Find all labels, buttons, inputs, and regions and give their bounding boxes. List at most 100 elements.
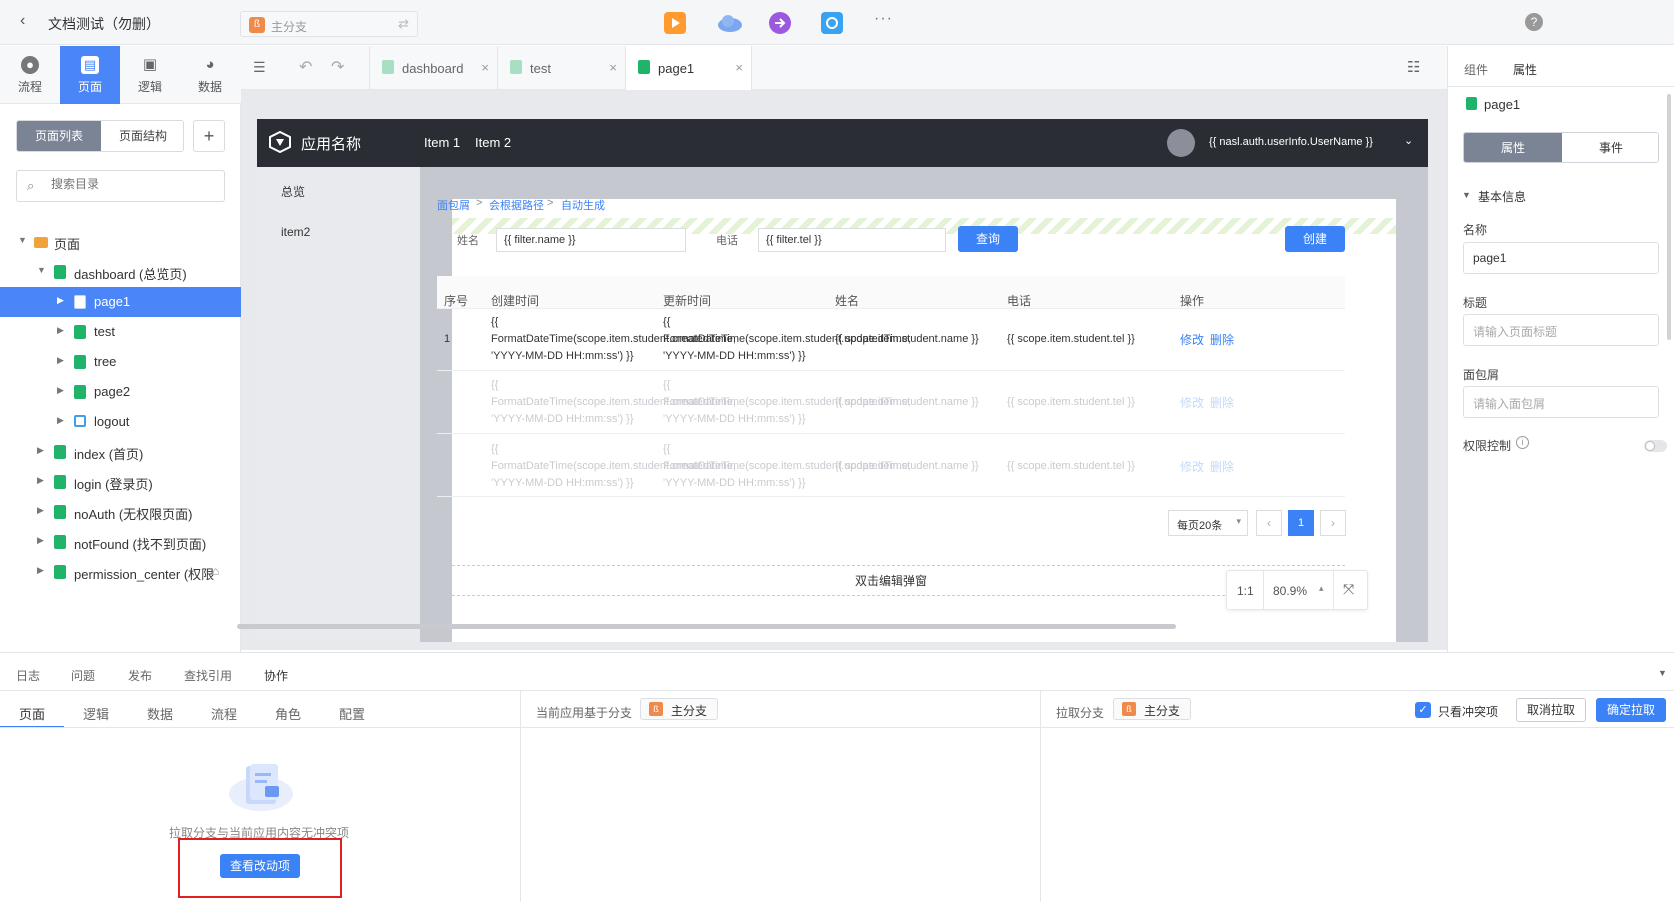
- tree-item-page2[interactable]: ▶ page2: [0, 377, 241, 407]
- page-name-input[interactable]: page1: [1463, 242, 1659, 274]
- rail-item-logic[interactable]: ▣ 逻辑: [120, 46, 180, 104]
- tree-item-noauth[interactable]: ▶ noAuth (无权限页面): [0, 497, 241, 527]
- tree-item-login[interactable]: ▶ login (登录页): [0, 467, 241, 497]
- close-icon[interactable]: ×: [735, 60, 743, 75]
- subtab-config[interactable]: 配置: [339, 704, 365, 723]
- only-conflicts-checkbox[interactable]: ✓: [1415, 702, 1431, 718]
- pull-branch-chip[interactable]: ß 主分支: [1113, 698, 1191, 720]
- rail-item-page[interactable]: ▤ 页面: [60, 46, 120, 104]
- caret-icon[interactable]: ▶: [57, 385, 64, 396]
- edit-link[interactable]: 修改: [1180, 394, 1204, 411]
- chevron-down-icon[interactable]: ⌄: [1404, 134, 1413, 147]
- delete-link[interactable]: 删除: [1210, 331, 1234, 348]
- fit-screen-icon[interactable]: ⤧: [1343, 581, 1354, 598]
- nav-item-2[interactable]: Item 2: [475, 135, 511, 150]
- tree-item-index[interactable]: ▶ index (首页): [0, 437, 241, 467]
- close-icon[interactable]: ×: [609, 60, 617, 75]
- tab-test[interactable]: test ×: [498, 46, 626, 90]
- outline-icon[interactable]: ☷: [1407, 58, 1420, 76]
- avatar[interactable]: [1167, 129, 1195, 157]
- caret-icon[interactable]: ▶: [57, 325, 64, 336]
- caret-icon[interactable]: ▶: [37, 475, 44, 486]
- caret-icon[interactable]: ▶: [37, 505, 44, 516]
- tab-collaborate[interactable]: 协作: [264, 667, 288, 684]
- delete-link[interactable]: 删除: [1210, 458, 1234, 475]
- modal-placeholder[interactable]: 双击编辑弹窗: [437, 565, 1345, 596]
- canvas-scrollbar[interactable]: [237, 624, 1176, 629]
- prev-page-button[interactable]: ‹: [1256, 510, 1282, 536]
- tab-page-list[interactable]: 页面列表: [17, 121, 101, 151]
- tree-item-dashboard[interactable]: ▼ dashboard (总览页): [0, 257, 241, 287]
- cloud-icon[interactable]: [716, 12, 742, 34]
- chevron-down-icon[interactable]: ▼: [1462, 190, 1471, 200]
- view-changes-button[interactable]: 查看改动项: [220, 854, 300, 878]
- breadcrumb-input[interactable]: 请输入面包屑: [1463, 386, 1659, 418]
- chevron-left-icon[interactable]: ‹: [20, 12, 25, 30]
- edit-link[interactable]: 修改: [1180, 331, 1204, 348]
- tree-item-permission-center[interactable]: ▶ permission_center (权限 ⌂: [0, 557, 241, 587]
- forward-icon[interactable]: [769, 12, 791, 34]
- sync-icon[interactable]: [821, 12, 843, 34]
- tab-find-refs[interactable]: 查找引用: [184, 667, 232, 684]
- page-size-select[interactable]: 每页20条 ▾: [1168, 510, 1248, 536]
- tab-page1[interactable]: page1 ×: [626, 46, 752, 90]
- collapse-sidebar-icon[interactable]: ☰: [253, 59, 266, 76]
- breadcrumb-item[interactable]: 面包屑: [437, 197, 470, 213]
- breadcrumb-item[interactable]: 自动生成: [561, 197, 605, 213]
- rail-item-data[interactable]: ◕ 数据: [180, 46, 240, 104]
- tab-page-structure[interactable]: 页面结构: [101, 121, 183, 151]
- play-icon[interactable]: [664, 12, 686, 34]
- page-1-button[interactable]: 1: [1288, 510, 1314, 536]
- close-icon[interactable]: ×: [481, 60, 489, 75]
- tab-issues[interactable]: 问题: [71, 667, 95, 684]
- tab-components[interactable]: 组件: [1464, 61, 1488, 78]
- subtab-logic[interactable]: 逻辑: [83, 704, 109, 723]
- caret-icon[interactable]: ▶: [57, 415, 64, 426]
- caret-icon[interactable]: ▶: [57, 355, 64, 366]
- chevron-up-icon[interactable]: ▴: [1319, 583, 1324, 594]
- page-title-input[interactable]: 请输入页面标题: [1463, 314, 1659, 346]
- next-page-button[interactable]: ›: [1320, 510, 1346, 536]
- tree-item-test[interactable]: ▶ test: [0, 317, 241, 347]
- rail-item-flow[interactable]: ● 流程: [0, 46, 60, 104]
- subtab-flow[interactable]: 流程: [211, 704, 237, 723]
- nav-item-1[interactable]: Item 1: [424, 135, 460, 150]
- search-input[interactable]: [51, 177, 211, 191]
- caret-icon[interactable]: ▶: [37, 445, 44, 456]
- tab-attributes[interactable]: 属性: [1464, 133, 1562, 162]
- undo-icon[interactable]: ↶: [299, 57, 312, 77]
- caret-icon[interactable]: ▶: [57, 295, 64, 306]
- tab-events[interactable]: 事件: [1562, 133, 1658, 162]
- tab-dashboard[interactable]: dashboard ×: [370, 46, 498, 90]
- branch-selector[interactable]: ß 主分支 ⇄: [240, 11, 418, 37]
- panel-scrollbar[interactable]: [1667, 94, 1671, 340]
- tree-item-page1[interactable]: ▶ page1: [0, 287, 241, 317]
- info-icon[interactable]: i: [1516, 436, 1529, 449]
- edit-link[interactable]: 修改: [1180, 458, 1204, 475]
- tel-filter-input[interactable]: {{ filter.tel }}: [758, 228, 946, 252]
- more-icon[interactable]: ···: [874, 10, 893, 28]
- create-button[interactable]: 创建: [1285, 226, 1345, 252]
- side-item-item2[interactable]: item2: [281, 225, 310, 239]
- add-page-button[interactable]: +: [193, 120, 225, 152]
- caret-icon[interactable]: ▼: [18, 235, 27, 245]
- help-icon[interactable]: ?: [1525, 13, 1543, 31]
- delete-link[interactable]: 删除: [1210, 394, 1234, 411]
- breadcrumb-item[interactable]: 会根据路径: [489, 197, 544, 213]
- tab-properties[interactable]: 属性: [1513, 61, 1537, 78]
- confirm-pull-button[interactable]: 确定拉取: [1596, 698, 1666, 722]
- tree-item-notfound[interactable]: ▶ notFound (找不到页面): [0, 527, 241, 557]
- name-filter-input[interactable]: {{ filter.name }}: [496, 228, 686, 252]
- side-item-overview[interactable]: 总览: [281, 183, 305, 200]
- subtab-data[interactable]: 数据: [147, 704, 173, 723]
- zoom-level[interactable]: 80.9%: [1273, 584, 1307, 598]
- redo-icon[interactable]: ↷: [331, 57, 344, 77]
- tree-item-logout[interactable]: ▶ logout: [0, 407, 241, 437]
- zoom-reset-button[interactable]: 1:1: [1237, 584, 1254, 598]
- tab-log[interactable]: 日志: [16, 667, 40, 684]
- subtab-role[interactable]: 角色: [275, 704, 301, 723]
- query-button[interactable]: 查询: [958, 226, 1018, 252]
- caret-icon[interactable]: ▶: [37, 565, 44, 576]
- cancel-pull-button[interactable]: 取消拉取: [1516, 698, 1586, 722]
- caret-icon[interactable]: ▶: [37, 535, 44, 546]
